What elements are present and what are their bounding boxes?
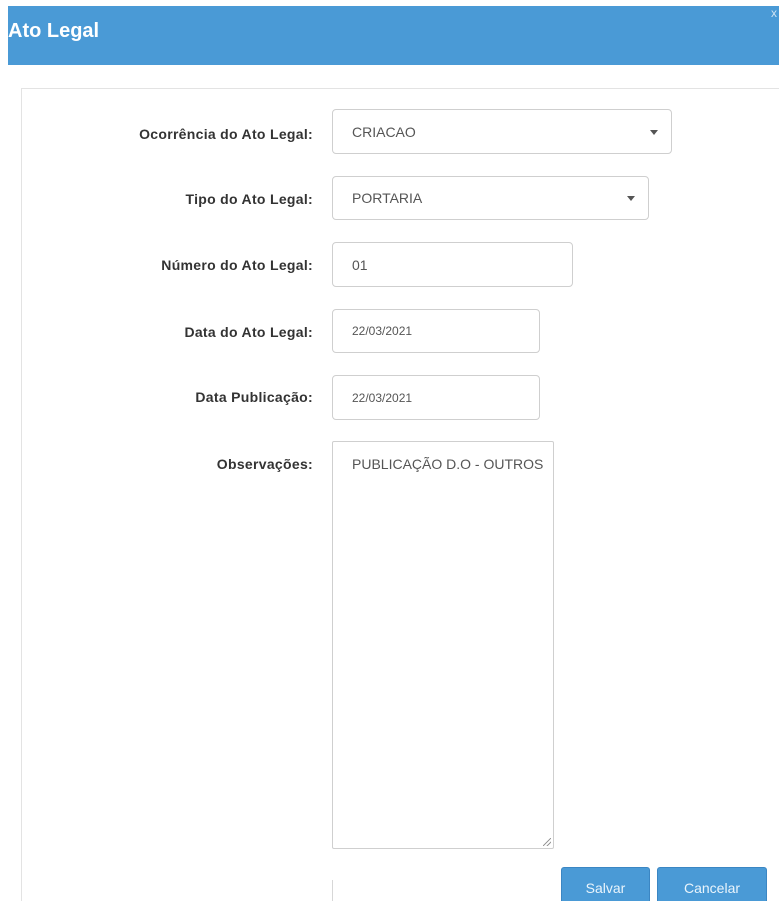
data-publicacao-value: 22/03/2021	[352, 390, 413, 405]
dialog-header: Ato Legal x	[8, 6, 779, 65]
tipo-select[interactable]: PORTARIA	[332, 176, 649, 220]
tipo-label: Tipo do Ato Legal:	[185, 191, 313, 207]
observacoes-label: Observações:	[216, 456, 313, 472]
numero-label: Número do Ato Legal:	[161, 257, 313, 273]
ocorrencia-select[interactable]: CRIACAO	[332, 109, 672, 154]
chevron-down-icon	[627, 196, 635, 201]
divider-line	[332, 880, 333, 901]
chevron-down-icon	[650, 129, 658, 135]
resize-handle-icon[interactable]	[543, 838, 551, 846]
observacoes-textarea[interactable]: PUBLICAÇÃO D.O - OUTROS	[332, 441, 554, 849]
cancel-button[interactable]: Cancelar	[657, 867, 767, 901]
dialog-title: Ato Legal	[8, 20, 100, 42]
data-ato-input[interactable]: 22/03/2021	[332, 309, 540, 353]
numero-value: 01	[352, 256, 368, 273]
data-ato-label: Data do Ato Legal:	[184, 324, 313, 340]
close-icon[interactable]: x	[771, 6, 777, 20]
page: Ato Legal x Ocorrência do Ato Legal: CRI…	[0, 0, 779, 901]
tipo-value: PORTARIA	[352, 190, 423, 206]
data-publicacao-input[interactable]: 22/03/2021	[332, 375, 540, 420]
ocorrencia-label: Ocorrência do Ato Legal:	[139, 126, 313, 142]
observacoes-value: PUBLICAÇÃO D.O - OUTROS	[352, 456, 544, 472]
data-ato-value: 22/03/2021	[352, 324, 413, 338]
ocorrencia-value: CRIACAO	[352, 123, 416, 140]
save-button[interactable]: Salvar	[561, 867, 650, 901]
numero-input[interactable]: 01	[332, 242, 573, 287]
data-publicacao-label: Data Publicação:	[195, 389, 313, 405]
